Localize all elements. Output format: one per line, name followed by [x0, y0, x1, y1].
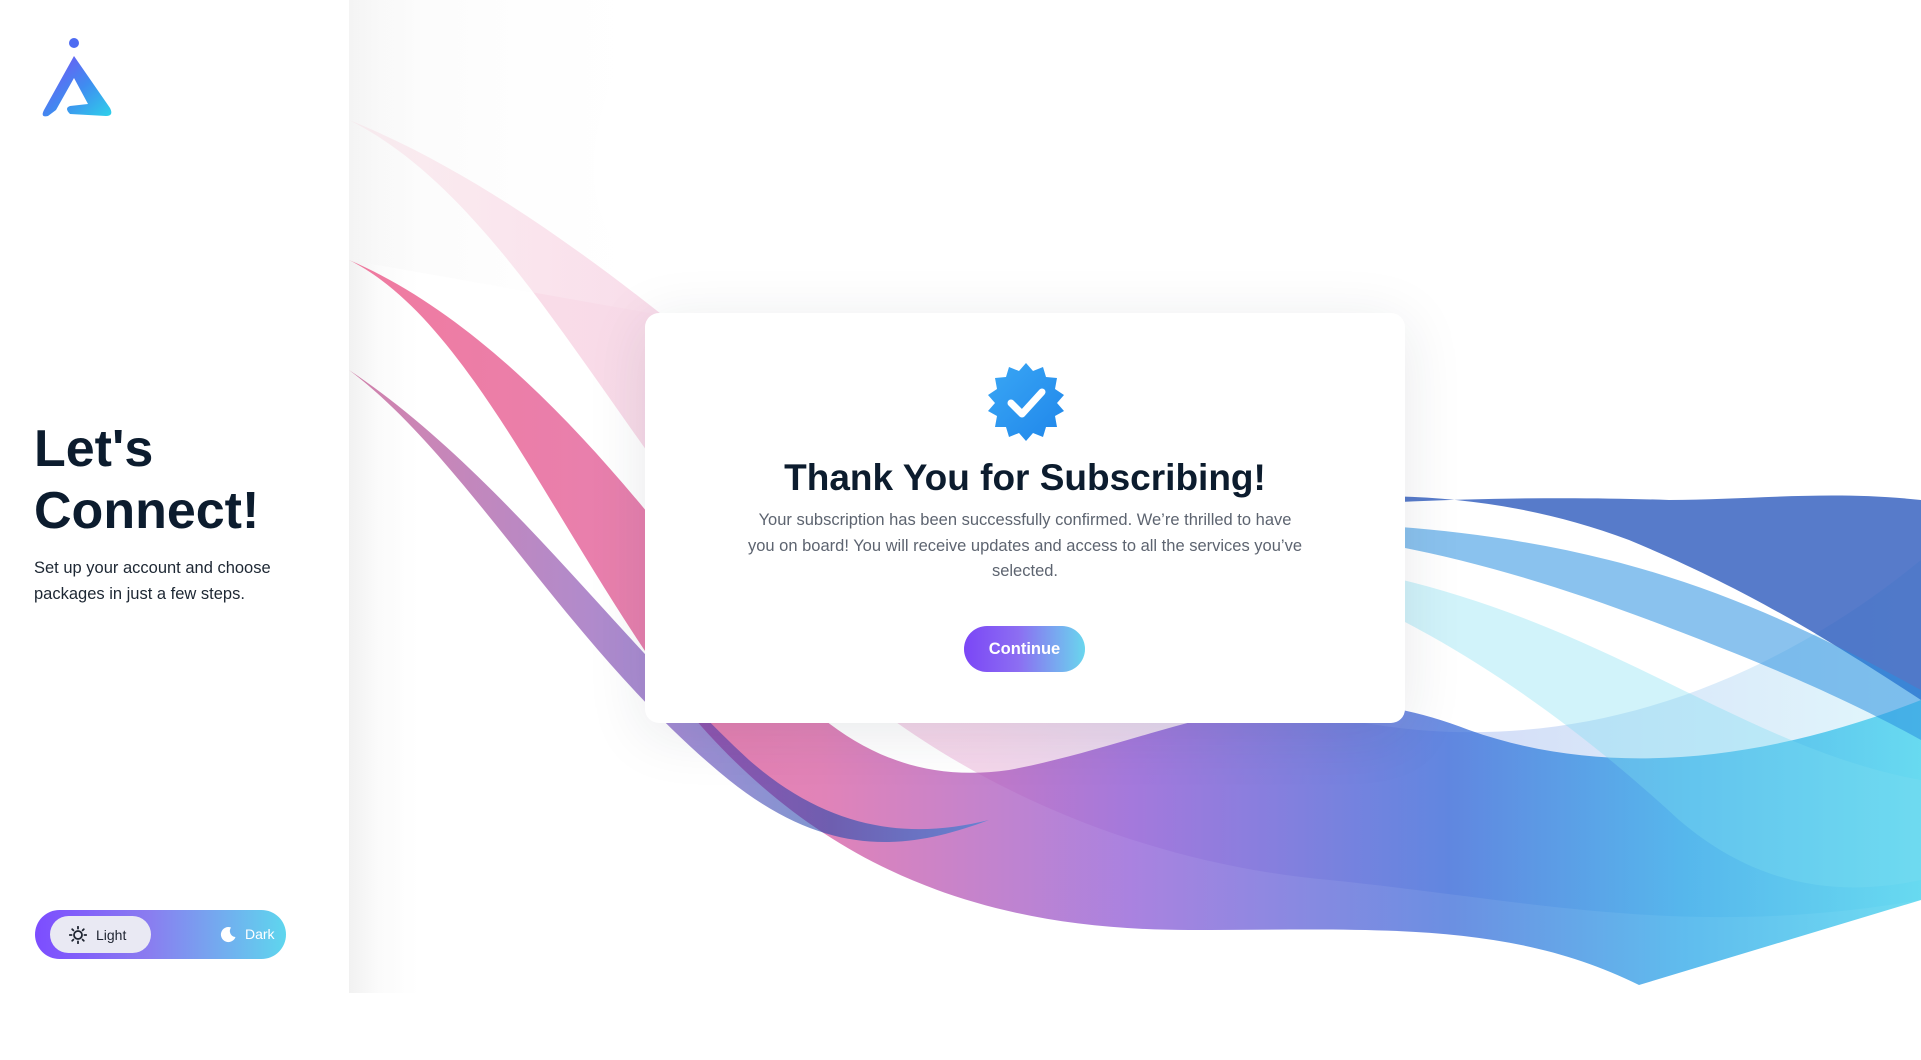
- theme-toggle[interactable]: Light Dark: [35, 910, 286, 959]
- theme-option-dark-label: Dark: [245, 926, 275, 942]
- theme-option-dark[interactable]: Dark: [181, 916, 275, 953]
- page: Let's Connect! Set up your account and c…: [0, 0, 1921, 1060]
- modal-title: Thank You for Subscribing!: [784, 457, 1266, 498]
- hero-title: Let's Connect!: [34, 420, 260, 540]
- sun-icon: [69, 925, 87, 944]
- subscription-confirmation-modal: Thank You for Subscribing! Your subscrip…: [645, 313, 1405, 723]
- moon-icon: [220, 927, 236, 943]
- verified-badge-icon: [988, 363, 1064, 441]
- modal-message: Your subscription has been successfully …: [748, 511, 1302, 580]
- theme-option-light[interactable]: Light: [50, 916, 151, 953]
- sidebar: Let's Connect! Set up your account and c…: [0, 0, 349, 993]
- continue-button[interactable]: Continue: [964, 626, 1085, 672]
- brand-logo[interactable]: [36, 36, 116, 120]
- theme-option-light-label: Light: [96, 926, 127, 943]
- hero-subtitle: Set up your account and choose packages …: [34, 559, 271, 603]
- main-area: Thank You for Subscribing! Your subscrip…: [349, 0, 1921, 993]
